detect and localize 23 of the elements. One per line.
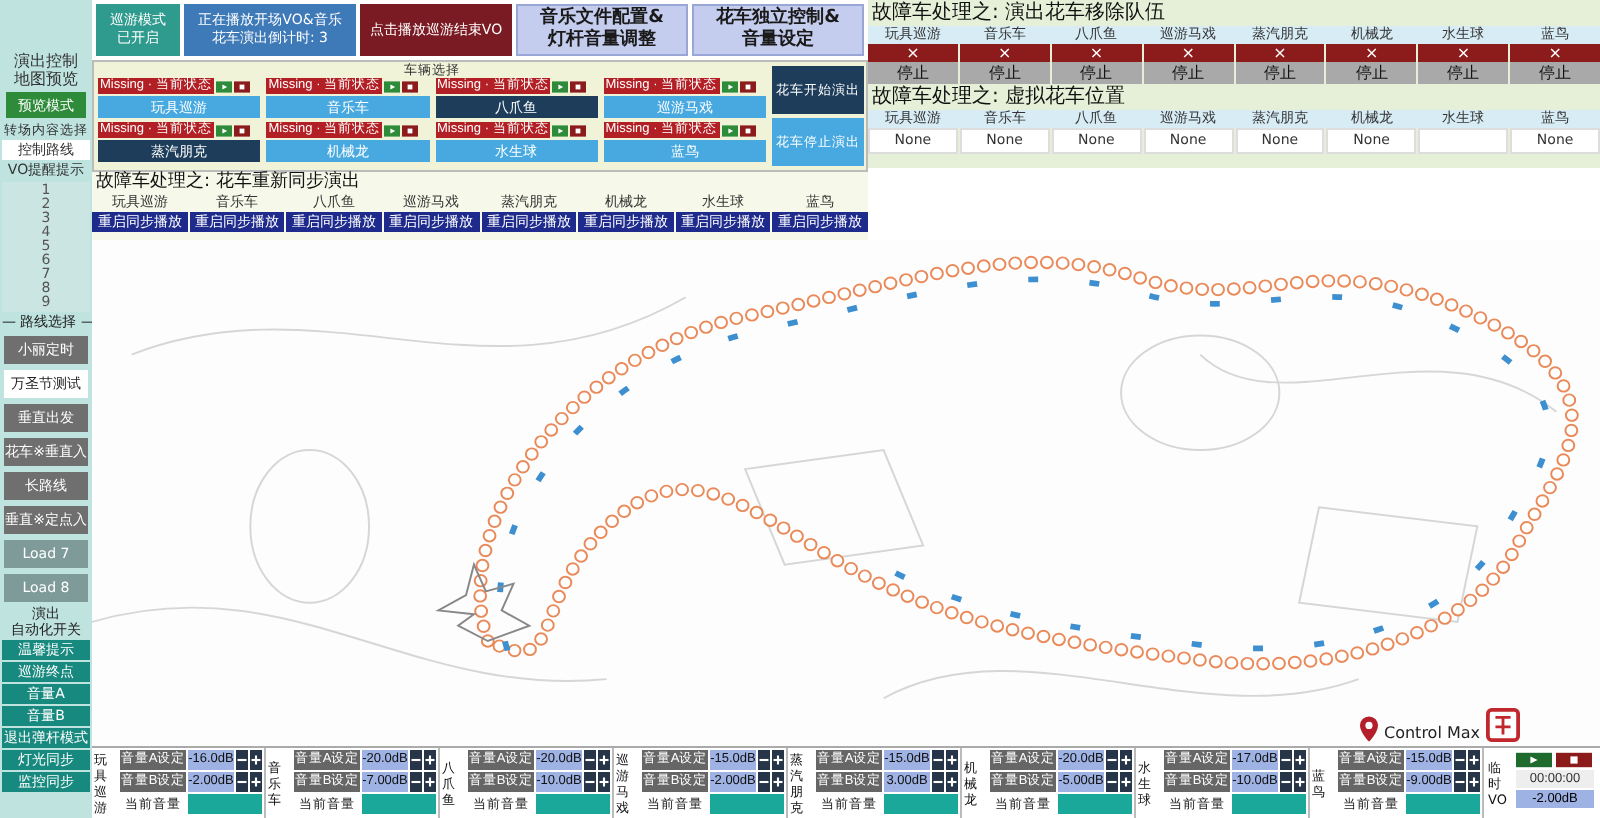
remove-button[interactable]: × xyxy=(959,44,1050,62)
section-title: 故障车处理之: 演出花车移除队伍 xyxy=(870,0,1168,26)
section-title: 故障车处理之: 花车重新同步演出 xyxy=(94,172,362,194)
remove-button[interactable]: × xyxy=(868,44,958,62)
stop-button[interactable]: 停止 xyxy=(1510,62,1600,84)
stop-button[interactable]: 停止 xyxy=(1326,62,1417,84)
stop-button[interactable]: 停止 xyxy=(868,62,958,84)
sidebar-title: 演出控制 地图预览 xyxy=(12,52,80,88)
stop-button[interactable]: 停止 xyxy=(1143,62,1233,84)
logo-text: Control Max xyxy=(1384,724,1480,742)
section-title: 故障车处理之: 虚拟花车位置 xyxy=(870,84,1128,110)
remove-button[interactable]: × xyxy=(1510,44,1600,62)
stop-button[interactable]: 停止 xyxy=(1051,62,1142,84)
stop-button[interactable]: 停止 xyxy=(959,62,1050,84)
stop-button[interactable]: 停止 xyxy=(1418,62,1509,84)
remove-button[interactable]: × xyxy=(1326,44,1417,62)
remove-button[interactable]: × xyxy=(1235,44,1325,62)
stop-button[interactable]: 停止 xyxy=(1235,62,1325,84)
top-button[interactable]: 音乐文件配置& 灯杆音量调整 xyxy=(516,4,688,56)
top-button[interactable]: 花车独立控制& 音量设定 xyxy=(692,4,864,56)
remove-button[interactable]: × xyxy=(1143,44,1233,62)
remove-button[interactable]: × xyxy=(1418,44,1509,62)
remove-button[interactable]: × xyxy=(1051,44,1142,62)
